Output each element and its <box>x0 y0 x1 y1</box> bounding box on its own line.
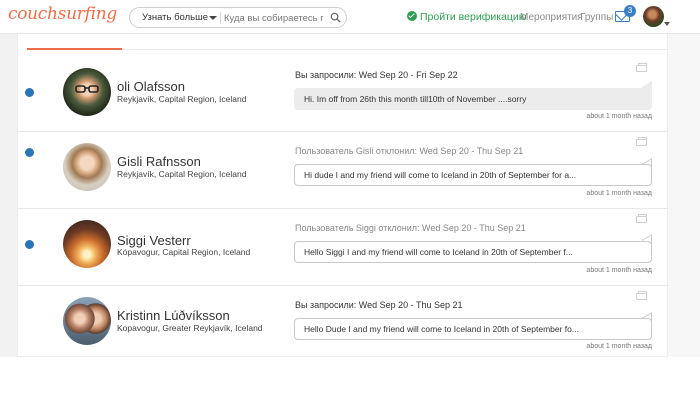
message-time: about 1 month назад <box>586 190 652 197</box>
chevron-down-icon[interactable] <box>664 22 670 26</box>
conversation-location: Reykjavík, Capital Region, Iceland <box>117 94 247 104</box>
message-preview[interactable]: Hi dude I and my friend will come to Ice… <box>294 164 652 186</box>
page-right-margin <box>668 34 700 357</box>
top-navigation-bar: couchsurfing Узнать больше Пройти верифи… <box>0 0 700 34</box>
message-preview[interactable]: Hi. Im off from 26th this month till10th… <box>294 88 652 110</box>
nav-groups-link[interactable]: Группы <box>580 12 613 23</box>
conversation-item[interactable]: oli Olafsson Reykjavík, Capital Region, … <box>17 55 668 132</box>
mail-badge: 3 <box>624 5 636 17</box>
message-preview[interactable]: Hello Siggi I and my friend will come to… <box>294 241 652 263</box>
message-time: about 1 month назад <box>586 343 652 350</box>
conversation-item[interactable]: Kristinn Lúðvíksson Kopavogur, Greater R… <box>17 286 668 357</box>
request-status: Вы запросили: Wed Sep 20 - Fri Sep 22 <box>295 70 458 80</box>
archive-icon[interactable] <box>636 137 647 146</box>
user-avatar[interactable] <box>643 6 664 27</box>
page-left-margin <box>0 34 17 357</box>
request-status: Пользователь Gisli отклонил: Wed Sep 20 … <box>295 146 524 156</box>
unread-indicator <box>25 88 34 97</box>
search-mode-dropdown[interactable]: Узнать больше <box>142 12 208 23</box>
active-tab-underline[interactable] <box>27 34 122 50</box>
search-icon[interactable] <box>330 12 341 23</box>
message-time: about 1 month назад <box>586 113 652 120</box>
conversation-name[interactable]: oli Olafsson <box>117 79 185 94</box>
conversation-name[interactable]: Siggi Vesterr <box>117 233 191 248</box>
avatar[interactable] <box>63 68 111 116</box>
conversation-location: Reykjavík, Capital Region, Iceland <box>117 169 247 179</box>
avatar[interactable] <box>63 220 111 268</box>
verify-link[interactable]: Пройти верификацию <box>407 11 527 23</box>
archive-icon[interactable] <box>636 63 647 72</box>
avatar[interactable] <box>63 143 111 191</box>
archive-icon[interactable] <box>636 291 647 300</box>
request-status: Вы запросили: Wed Sep 20 - Thu Sep 21 <box>295 300 463 310</box>
conversation-name[interactable]: Gisli Rafnsson <box>117 154 201 169</box>
verify-label: Пройти верификацию <box>420 11 527 23</box>
message-time: about 1 month назад <box>586 267 652 274</box>
conversation-location: Kópavogur, Capital Region, Iceland <box>117 247 251 257</box>
search-divider <box>220 12 221 24</box>
conversation-item[interactable]: Gisli Rafnsson Reykjavík, Capital Region… <box>17 132 668 209</box>
avatar[interactable] <box>63 297 111 345</box>
unread-indicator <box>25 148 34 157</box>
search-bar: Узнать больше <box>129 7 347 28</box>
nav-events-link[interactable]: Мероприятия <box>520 12 583 23</box>
unread-indicator <box>25 240 34 249</box>
tabs-divider <box>122 49 668 50</box>
chevron-down-icon[interactable] <box>209 16 217 20</box>
message-preview[interactable]: Hello Dude I and my friend will come to … <box>294 318 652 340</box>
glasses-icon <box>75 85 99 93</box>
couchsurfing-logo[interactable]: couchsurfing <box>8 4 117 24</box>
request-status: Пользователь Siggi отклонил: Wed Sep 20 … <box>295 223 526 233</box>
conversation-location: Kopavogur, Greater Reykjavík, Iceland <box>117 323 263 333</box>
archive-icon[interactable] <box>636 214 647 223</box>
conversation-name[interactable]: Kristinn Lúðvíksson <box>117 308 230 323</box>
conversation-item[interactable]: Siggi Vesterr Kópavogur, Capital Region,… <box>17 209 668 286</box>
check-circle-icon <box>407 11 417 21</box>
search-input[interactable] <box>224 11 324 25</box>
